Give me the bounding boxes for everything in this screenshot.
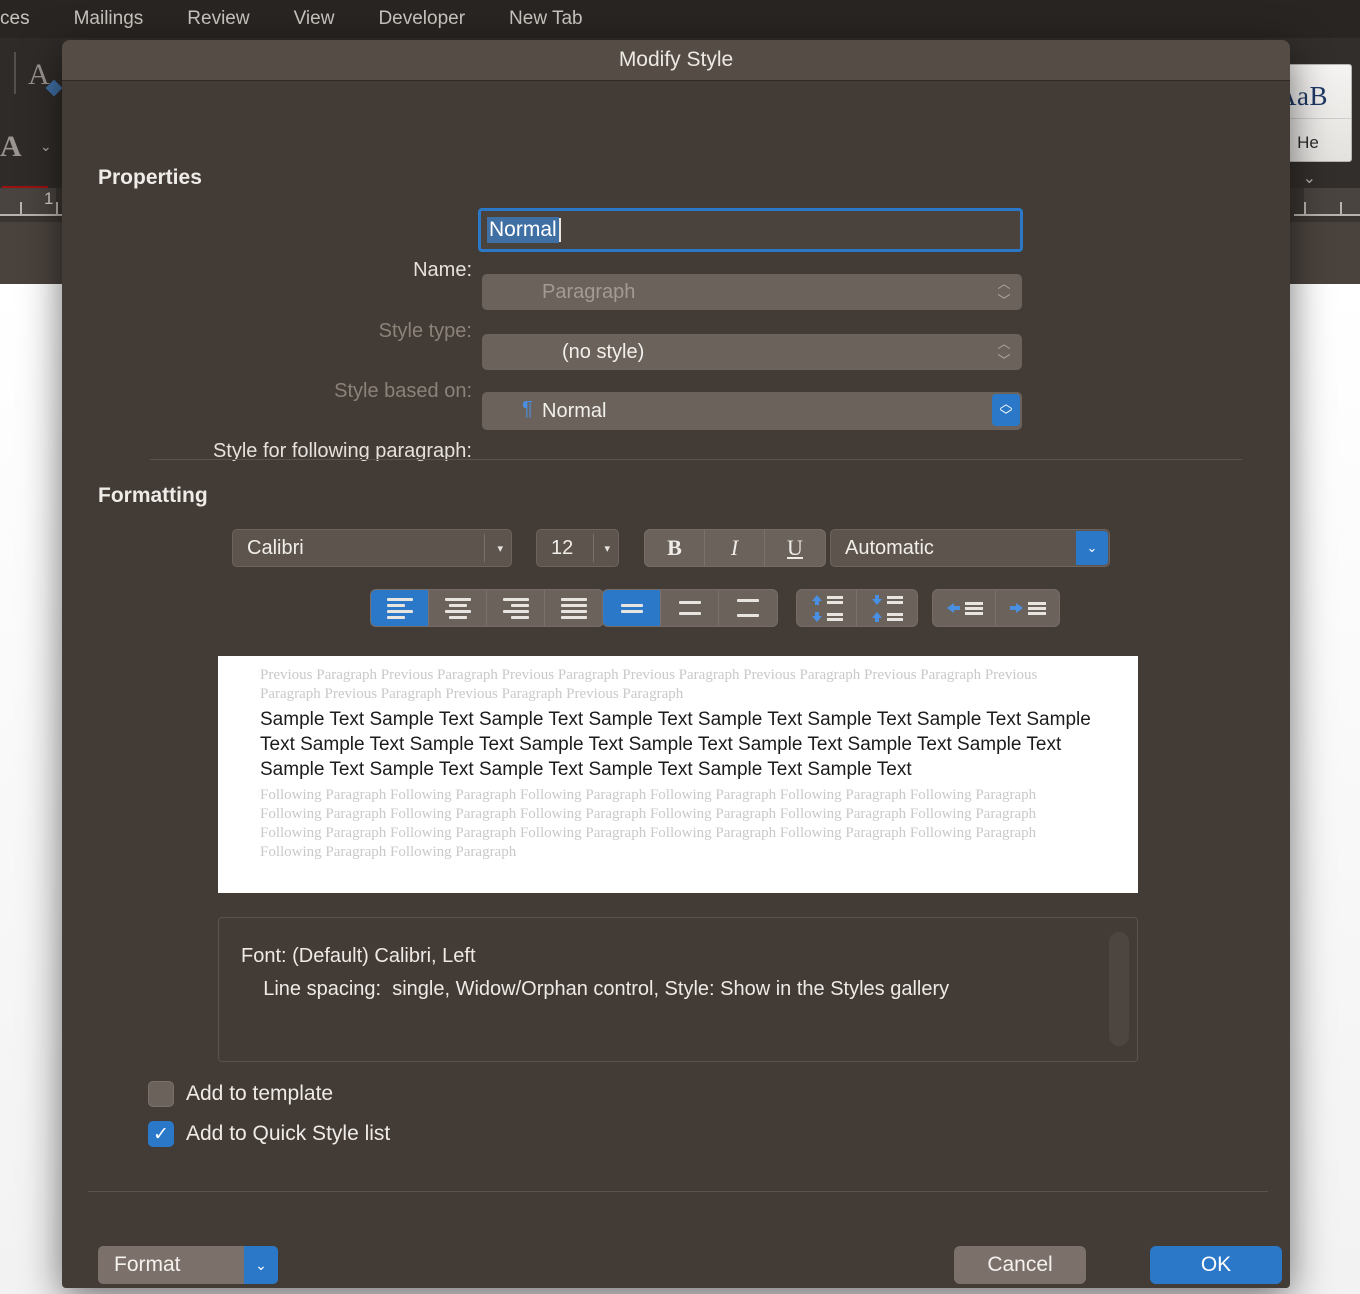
ruler-number: 1 (44, 189, 54, 208)
decrease-indent-button[interactable] (933, 590, 996, 626)
ribbon-tab[interactable]: ces (0, 8, 52, 30)
add-to-template-checkbox[interactable] (148, 1081, 174, 1107)
bold-label: B (667, 535, 682, 560)
chevron-down-icon[interactable]: ▾ (604, 542, 610, 555)
section-divider (150, 459, 1242, 460)
name-input-value: Normal (487, 217, 559, 243)
stepper-chevron-icon[interactable]: ︿ ﹀ (996, 337, 1012, 367)
ribbon-tab-strip: ces Mailings Review View Developer New T… (0, 0, 1360, 38)
style-based-on-value: (no style) (562, 340, 645, 363)
styles-more-chevron-icon[interactable]: ⌄ (1303, 168, 1316, 188)
align-justify-button[interactable] (545, 590, 603, 626)
ruler-number (1316, 189, 1321, 209)
line-spacing-group (602, 589, 778, 627)
italic-button[interactable]: I (705, 530, 765, 566)
dialog-body: Properties Name: Normal Style type: Para… (62, 81, 1290, 1288)
line-spacing-single-button[interactable] (603, 590, 661, 626)
add-space-after-icon (871, 594, 903, 623)
style-based-on-select[interactable]: (no style) ︿ ﹀ (482, 334, 1022, 370)
preview-previous-paragraph: Previous Paragraph Previous Paragraph Pr… (260, 667, 1038, 702)
align-left-icon (386, 597, 413, 619)
style-description-box: Font: (Default) Calibri, Left Line spaci… (218, 917, 1138, 1062)
style-type-value: Paragraph (542, 280, 636, 303)
ribbon-tab[interactable]: Mailings (52, 8, 166, 30)
add-to-template-label: Add to template (186, 1082, 334, 1105)
stepper-chevron-icon: ︿ ﹀ (997, 276, 1011, 308)
following-paragraph-select[interactable]: ¶ Normal ︿ ﹀ (482, 392, 1022, 430)
ribbon-tabs: ces Mailings Review View Developer New T… (0, 0, 605, 38)
properties-heading: Properties (98, 166, 202, 189)
font-color-icon[interactable]: A (0, 130, 22, 164)
preview-sample-text: Sample Text Sample Text Sample Text Samp… (260, 709, 1091, 780)
font-family-select[interactable]: Calibri ▾ (232, 529, 512, 567)
preview-following-paragraph: Following Paragraph Following Paragraph … (260, 787, 1037, 860)
formatting-heading: Formatting (98, 484, 208, 507)
chevron-down-icon[interactable]: ▾ (497, 542, 503, 555)
pilcrow-icon: ¶ (522, 398, 533, 420)
add-to-quick-style-row[interactable]: ✓ Add to Quick Style list (148, 1121, 390, 1147)
style-preview: Previous Paragraph Previous Paragraph Pr… (218, 656, 1138, 893)
add-space-after-button[interactable] (857, 590, 917, 626)
align-center-icon (444, 597, 471, 619)
chevron-down-icon[interactable]: ⌄ (1076, 531, 1108, 565)
font-color-value: Automatic (845, 536, 934, 559)
decrease-indent-icon (946, 601, 983, 615)
format-button[interactable]: Format ⌄ (98, 1246, 278, 1284)
line-spacing-1-5-icon (678, 601, 701, 615)
bold-button[interactable]: B (645, 530, 705, 566)
ribbon-tab[interactable]: New Tab (487, 8, 605, 30)
font-size-value: 12 (551, 536, 574, 559)
ribbon-left-tools: A A ⌄ (0, 38, 63, 195)
style-based-on-label: Style based on: (334, 380, 472, 402)
line-spacing-1_5-button[interactable] (661, 590, 719, 626)
paragraph-space-group (796, 589, 918, 627)
increase-indent-button[interactable] (996, 590, 1059, 626)
description-scrollbar[interactable] (1109, 932, 1129, 1046)
style-description-text: Font: (Default) Calibri, Left Line spaci… (241, 945, 950, 1000)
alignment-group (370, 589, 604, 627)
screen: A A ⌄ AaB He ⌄ ces Mailings Review View … (0, 0, 1360, 1294)
align-center-button[interactable] (429, 590, 487, 626)
dialog-titlebar: Modify Style (62, 40, 1290, 81)
font-style-group: B I U (644, 529, 826, 567)
cancel-button[interactable]: Cancel (954, 1246, 1086, 1284)
name-label: Name: (413, 259, 472, 281)
remove-space-before-button[interactable] (797, 590, 857, 626)
chevron-down-icon[interactable]: ⌄ (244, 1246, 278, 1284)
remove-space-before-icon (811, 594, 843, 623)
style-type-select: Paragraph ︿ ﹀ (482, 274, 1022, 310)
underline-button[interactable]: U (765, 530, 825, 566)
add-to-template-row[interactable]: Add to template (148, 1081, 333, 1107)
ribbon-tab[interactable]: View (272, 8, 357, 30)
align-right-icon (502, 597, 529, 619)
align-right-button[interactable] (487, 590, 545, 626)
line-spacing-double-icon (737, 599, 759, 617)
dialog-title: Modify Style (618, 48, 734, 71)
increase-indent-icon (1009, 601, 1046, 615)
ribbon-tab[interactable]: Developer (356, 8, 487, 30)
stepper-chevron-icon[interactable]: ︿ ﹀ (992, 394, 1020, 426)
align-justify-icon (561, 597, 587, 619)
font-family-value: Calibri (247, 536, 304, 559)
modify-style-dialog: Modify Style Properties Name: Normal Sty… (62, 40, 1290, 1288)
font-size-select[interactable]: 12 ▾ (536, 529, 619, 567)
text-caret (558, 218, 561, 242)
add-to-quick-style-label: Add to Quick Style list (186, 1122, 391, 1145)
underline-label: U (787, 535, 803, 560)
indent-group (932, 589, 1060, 627)
name-input[interactable]: Normal (478, 208, 1023, 252)
line-spacing-single-icon (620, 603, 643, 613)
chevron-down-icon[interactable]: ⌄ (40, 138, 52, 155)
add-to-quick-style-checkbox[interactable]: ✓ (148, 1121, 174, 1147)
font-color-select[interactable]: Automatic ⌄ (830, 529, 1110, 567)
footer-divider (88, 1191, 1268, 1192)
format-button-label: Format (114, 1253, 181, 1276)
align-left-button[interactable] (371, 590, 429, 626)
italic-label: I (730, 535, 739, 560)
following-paragraph-value: Normal (542, 399, 607, 422)
line-spacing-double-button[interactable] (719, 590, 777, 626)
style-type-label: Style type: (378, 320, 472, 342)
ok-button[interactable]: OK (1150, 1246, 1282, 1284)
ribbon-tab[interactable]: Review (165, 8, 271, 30)
